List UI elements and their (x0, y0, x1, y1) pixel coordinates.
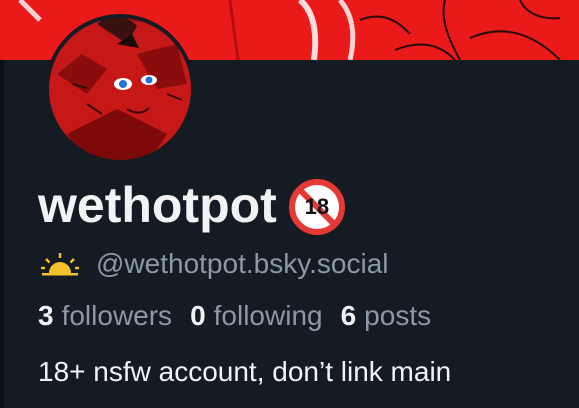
posts-count: 6 (340, 300, 357, 331)
display-name-row: wethotpot 18 (38, 172, 345, 238)
display-name: wethotpot (38, 177, 277, 233)
following-label: following (213, 300, 323, 331)
handle-row: @wethotpot.bsky.social (40, 244, 388, 284)
profile-stats: 3 followers 0 following 6 posts (38, 296, 449, 336)
no-under-18-icon: 18 (288, 179, 345, 235)
followers-link[interactable]: 3 followers (38, 300, 172, 332)
left-edge-strip (0, 60, 4, 408)
profile-bio: 18+ nsfw account, don’t link main (38, 356, 452, 387)
adult-badge-label: 18 (304, 194, 330, 219)
posts-label: posts (364, 300, 432, 331)
posts-stat: 6 posts (341, 300, 432, 332)
followers-count: 3 (38, 300, 54, 331)
sunrise-icon (40, 251, 80, 277)
following-count: 0 (190, 300, 206, 331)
avatar[interactable] (27, 14, 213, 164)
followers-label: followers (61, 300, 173, 331)
handle[interactable]: @wethotpot.bsky.social (96, 248, 388, 280)
following-link[interactable]: 0 following (190, 300, 323, 332)
